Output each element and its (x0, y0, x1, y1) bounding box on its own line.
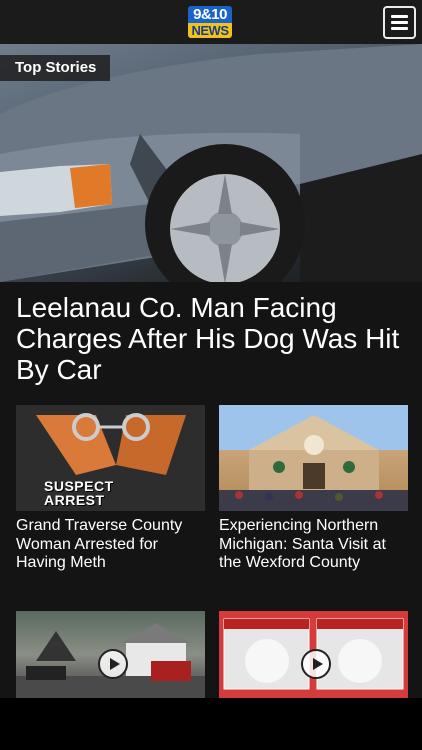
top-bar: 9&10 NEWS (0, 0, 422, 44)
logo-line-1: 9&10 (188, 6, 232, 23)
station-logo[interactable]: 9&10 NEWS (188, 6, 232, 40)
video-thumbnail[interactable] (219, 611, 408, 698)
story-thumbnail[interactable]: SUSPECT ARREST (16, 405, 205, 511)
thumb-caption-line-2: ARREST (44, 492, 105, 508)
hero-headline[interactable]: Leelanau Co. Man Facing Charges After Hi… (16, 292, 412, 385)
bottom-bar (0, 698, 422, 750)
play-icon[interactable] (98, 649, 128, 679)
thumb-caption: SUSPECT ARREST (44, 479, 114, 507)
story-title[interactable]: Grand Traverse County Woman Arrested for… (16, 517, 205, 573)
hamburger-menu-icon[interactable] (383, 6, 416, 39)
video-card[interactable] (16, 611, 205, 698)
video-card[interactable] (219, 611, 408, 698)
story-card[interactable]: Experiencing Northern Michigan: Santa Vi… (219, 405, 408, 573)
section-label-top-stories: Top Stories (0, 55, 111, 81)
story-card[interactable]: SUSPECT ARREST Grand Traverse County Wom… (16, 405, 205, 573)
story-thumbnail[interactable] (219, 405, 408, 511)
hero-image[interactable]: Top Stories (0, 44, 422, 282)
thumb-caption-line-1: SUSPECT (44, 478, 114, 494)
video-thumbnail[interactable] (16, 611, 205, 698)
courthouse-illustration (219, 405, 408, 511)
play-icon[interactable] (301, 649, 331, 679)
logo-line-2: NEWS (188, 23, 232, 38)
story-title[interactable]: Experiencing Northern Michigan: Santa Vi… (219, 517, 408, 573)
